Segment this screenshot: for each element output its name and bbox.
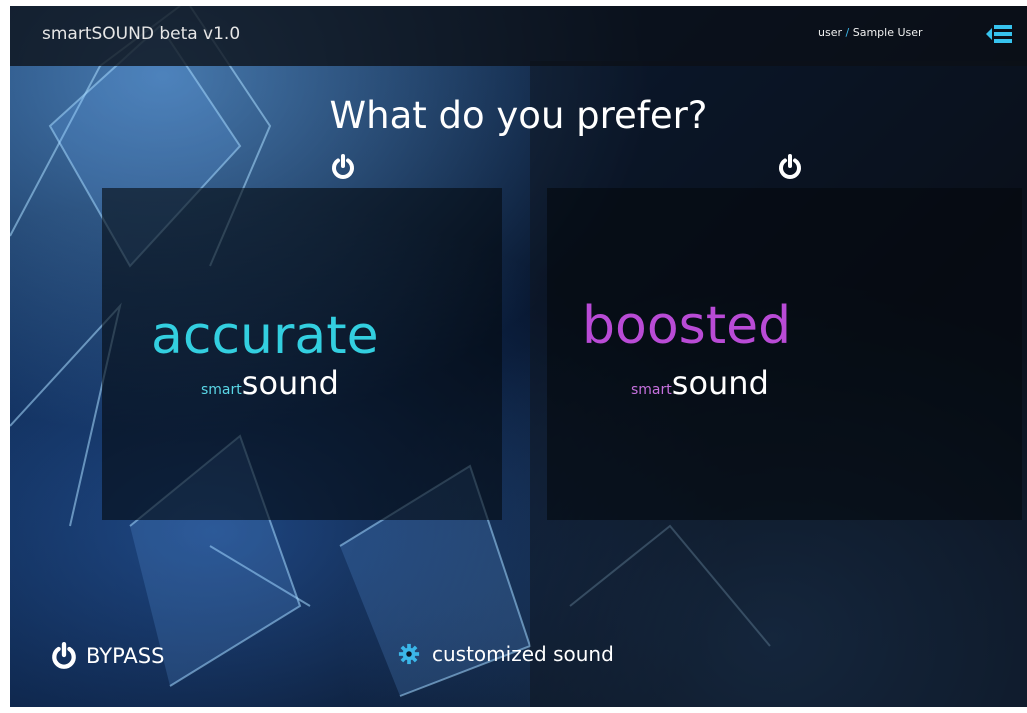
bypass-button[interactable]: BYPASS <box>50 642 164 670</box>
accurate-mode-subtitle: smartsound <box>201 364 339 402</box>
user-separator: / <box>845 26 850 39</box>
user-name: Sample User <box>852 26 923 39</box>
boosted-mode-card[interactable]: boosted smartsound <box>547 188 1022 520</box>
gear-icon <box>398 643 420 665</box>
customized-sound-label: customized sound <box>432 642 614 666</box>
page-heading: What do you prefer? <box>329 94 708 137</box>
app-title: smartSOUND beta v1.0 <box>42 24 241 44</box>
accurate-sub-large: sound <box>241 364 339 402</box>
user-prefix: user <box>818 26 842 39</box>
hamburger-menu-icon[interactable] <box>985 22 1013 46</box>
power-icon[interactable] <box>330 154 356 180</box>
boosted-mode-title: boosted <box>582 296 792 356</box>
title-bar: smartSOUND beta v1.0 user / Sample User <box>10 6 1027 66</box>
boosted-mode-subtitle: smartsound <box>631 364 769 402</box>
accurate-sub-small: smart <box>201 382 242 398</box>
accurate-mode-card[interactable]: accurate smartsound <box>102 188 502 520</box>
user-info[interactable]: user / Sample User <box>818 26 923 39</box>
app-window: smartSOUND beta v1.0 user / Sample User … <box>10 6 1027 707</box>
customized-sound-button[interactable]: customized sound <box>398 642 614 666</box>
accurate-mode-title: accurate <box>151 306 379 366</box>
boosted-sub-small: smart <box>631 382 672 398</box>
power-icon <box>52 642 76 669</box>
power-icon[interactable] <box>777 154 803 180</box>
bypass-label: BYPASS <box>86 644 165 668</box>
boosted-sub-large: sound <box>671 364 769 402</box>
